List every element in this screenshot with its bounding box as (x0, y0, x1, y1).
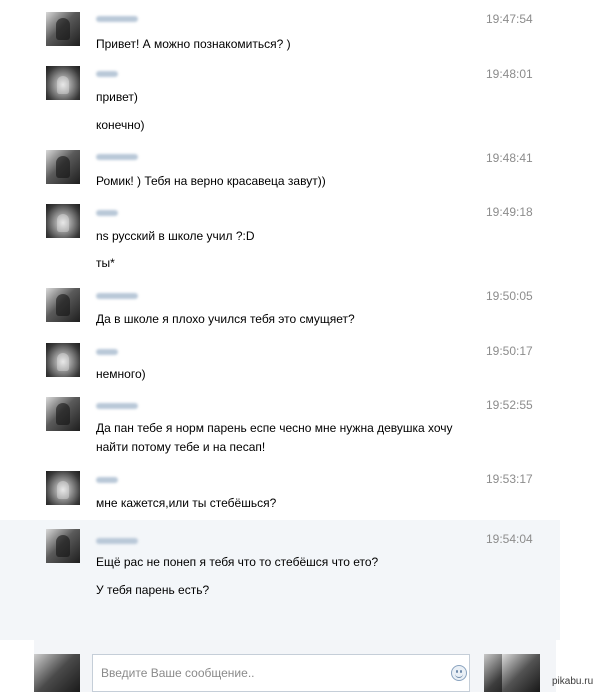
sender-name[interactable] (96, 210, 118, 216)
sender-name[interactable] (96, 477, 118, 483)
avatar[interactable] (46, 529, 80, 563)
message-9[interactable]: 19:54:04 Ещё рас не понеп я тебя что то … (0, 520, 560, 640)
message-text: У тебя парень есть? (96, 583, 210, 597)
message-time: 19:54:04 (486, 532, 533, 546)
sender-name[interactable] (96, 16, 138, 22)
chat-history: 19:47:54 Привет! А можно познакомиться? … (0, 0, 560, 692)
sender-name[interactable] (96, 293, 138, 299)
message-input[interactable] (101, 665, 431, 681)
message-composer (34, 640, 556, 692)
message-text: немного) (96, 367, 146, 381)
sender-name[interactable] (96, 154, 138, 160)
my-avatar[interactable] (34, 654, 80, 692)
message-4: 19:49:18 ns русский в школе учил ?:D ты* (0, 198, 560, 280)
smile-mouth (455, 673, 463, 678)
message-5: 19:50:05 Да в школе я плохо учился тебя … (0, 280, 560, 336)
message-time: 19:52:55 (486, 398, 533, 412)
message-2: 19:48:01 привет) конечно) (0, 60, 560, 142)
smile-icon[interactable] (451, 665, 467, 681)
message-text: Привет! А можно познакомиться? ) (96, 37, 291, 51)
message-text: Ромик! ) Тебя на верно красавеца завут)) (96, 174, 326, 188)
message-6: 19:50:17 немного) (0, 336, 560, 390)
message-time: 19:49:18 (486, 205, 533, 219)
avatar[interactable] (46, 288, 80, 322)
message-text: привет) (96, 90, 138, 104)
message-text: найти потому тебе и на песап! (96, 440, 266, 454)
watermark: pikabu.ru (552, 676, 594, 687)
message-time: 19:47:54 (486, 12, 533, 26)
avatar[interactable] (46, 150, 80, 184)
avatar[interactable] (46, 12, 80, 46)
avatar[interactable] (46, 204, 80, 238)
message-text: Да в школе я плохо учился тебя это смущя… (96, 312, 355, 326)
message-1: 19:47:54 Привет! А можно познакомиться? … (0, 4, 560, 60)
message-time: 19:50:05 (486, 289, 533, 303)
sender-name[interactable] (96, 538, 138, 544)
message-3: 19:48:41 Ромик! ) Тебя на верно красавец… (0, 142, 560, 198)
message-text: ns русский в школе учил ?:D (96, 229, 255, 243)
sender-name[interactable] (96, 349, 118, 355)
sender-name[interactable] (96, 403, 138, 409)
avatar[interactable] (46, 471, 80, 505)
message-time: 19:48:01 (486, 67, 533, 81)
avatar[interactable] (46, 397, 80, 431)
message-time: 19:53:17 (486, 472, 533, 486)
message-8: 19:53:17 мне кажется,или ты стебёшься? (0, 464, 560, 520)
message-time: 19:50:17 (486, 344, 533, 358)
avatar[interactable] (46, 343, 80, 377)
message-text: конечно) (96, 118, 145, 132)
message-text: Ещё рас не понеп я тебя что то стебёшся … (96, 555, 379, 569)
message-text: ты* (96, 256, 115, 270)
sender-name[interactable] (96, 71, 118, 77)
message-input-box[interactable] (92, 654, 470, 692)
message-text: мне кажется,или ты стебёшься? (96, 496, 277, 510)
message-7: 19:52:55 Да пан тебе я норм парень еспе … (0, 390, 560, 464)
peer-avatar-second[interactable] (502, 654, 540, 692)
message-time: 19:48:41 (486, 151, 533, 165)
message-text: Да пан тебе я норм парень еспе чесно мне… (96, 421, 453, 435)
avatar[interactable] (46, 66, 80, 100)
